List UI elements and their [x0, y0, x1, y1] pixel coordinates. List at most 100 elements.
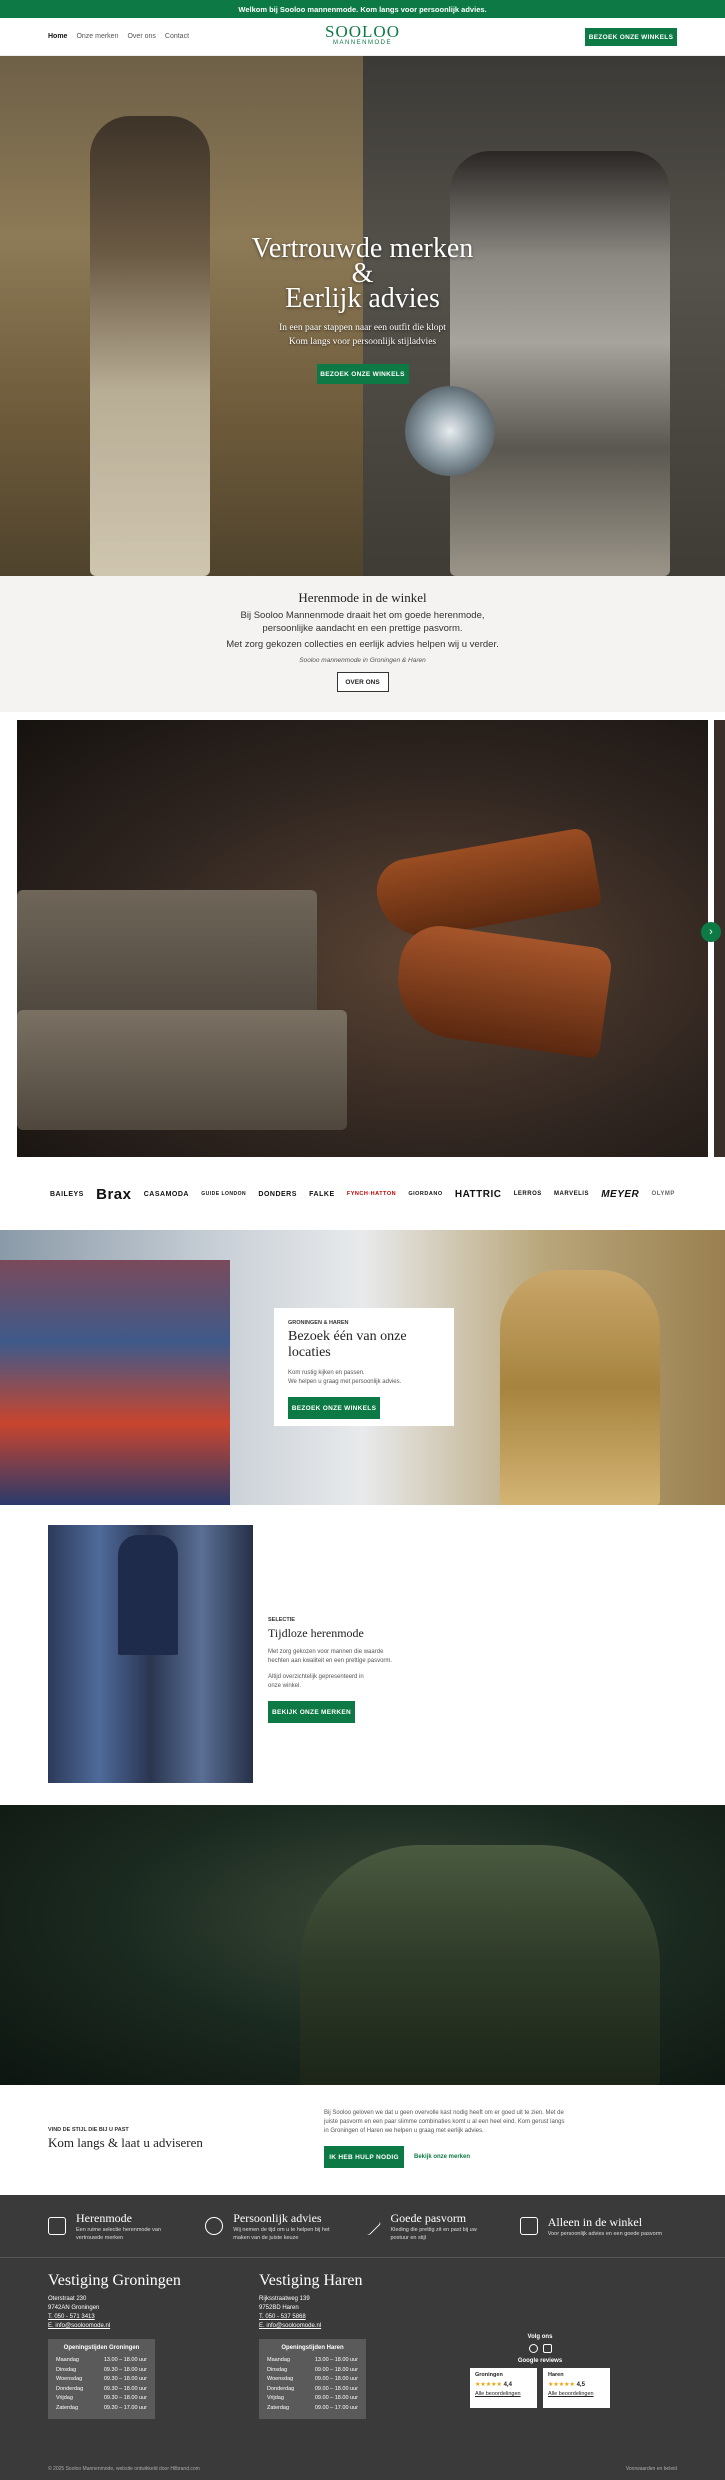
intro-heading: Herenmode in de winkel [298, 590, 427, 605]
hours-day: Donderdag [267, 2385, 295, 2392]
instagram-icon[interactable] [542, 2344, 552, 2353]
google-reviews-label: Google reviews [517, 2358, 563, 2364]
advice-kicker: VIND DE STIJL DIE BIJ U PAST [48, 2127, 129, 2133]
feature-text-2: Altijd overzichtelijk gepresenteerd in on… [268, 1673, 418, 1691]
visit-stores-button-2[interactable]: BEZOEK ONZE WINKELS [288, 1397, 380, 1419]
follow-us-label: Volg ons [527, 2334, 553, 2340]
footer: Vestiging Groningen Oterstraat 230 9742A… [0, 2257, 725, 2480]
usp-desc-line1: Wij nemen de tijd om u te helpen bij het [233, 2226, 330, 2233]
advice-text: Bij Sooloo geloven we dat u geen overvol… [324, 2109, 589, 2136]
view-brands-link[interactable]: Bekijk onze merken [414, 2154, 470, 2160]
need-help-button[interactable]: IK HEB HULP NODIG [324, 2146, 404, 2168]
nav-home[interactable]: Home [48, 33, 67, 40]
usp-desc-line1: Kleding die prettig zit en past bij uw [390, 2226, 477, 2233]
all-reviews-link[interactable]: Alle beoordelingen [475, 2391, 532, 2397]
email-link[interactable]: E. info@sooloomode.nl [48, 2322, 248, 2331]
feature-kicker: SELECTIE [268, 1617, 295, 1623]
social-icons [470, 2344, 610, 2353]
legal-link[interactable]: Voorwaarden en beleid [626, 2466, 677, 2472]
feature-line2: hechten aan kwaliteit en een prettige pa… [268, 1658, 393, 1664]
suit-on-mannequin [118, 1535, 178, 1655]
email-link[interactable]: E. info@sooloomode.nl [259, 2322, 459, 2331]
hours-day: Maandag [267, 2357, 290, 2363]
copyright: © 2025 Sooloo Mannenmode, website ontwik… [48, 2466, 200, 2472]
review-location: Groningen [475, 2372, 503, 2378]
hours-time: 13.00 – 18.00 uur [314, 2357, 358, 2363]
brand-logo: GUIDE LONDON [201, 1191, 247, 1197]
hours-row: Woensdag 09.00 – 18.00 uur [267, 2375, 358, 2385]
nav-about[interactable]: Over ons [127, 33, 155, 40]
hero-title: Vertrouwde merken & Eerlijk advies [0, 235, 725, 313]
folded-trousers [17, 1010, 347, 1130]
folded-knitwear [17, 890, 317, 1030]
model-green-jacket [300, 1845, 660, 2085]
feature-line3: Altijd overzichtelijk gepresenteerd in [268, 1674, 364, 1680]
visit-stores-button[interactable]: BEZOEK ONZE WINKELS [585, 28, 677, 46]
visit-locations-section: GRONINGEN & HAREN Bezoek één van onze lo… [0, 1230, 725, 1505]
facebook-icon[interactable] [528, 2344, 538, 2353]
advice-text-block: Bij Sooloo geloven we dat u geen overvol… [324, 2109, 589, 2168]
logo[interactable]: SOOLOO MANNENMODE [325, 23, 400, 46]
brand-strip: BAILEYS Brax CASAMODA GUIDE LONDON DONDE… [0, 1158, 725, 1230]
usp-desc: Een ruime selectie herenmode van vertrouw… [76, 2226, 161, 2242]
brand-logo: HATTRIC [454, 1188, 502, 1200]
location-title: Vestiging Haren [259, 2272, 363, 2289]
logo-tagline: MANNENMODE [332, 40, 393, 46]
intro-line2: persoonlijke aandacht en een prettige pa… [262, 623, 463, 634]
usp-desc-line1: Een ruime selectie herenmode van [76, 2226, 161, 2233]
hours-time: 09.00 – 18.00 uur [314, 2385, 358, 2392]
hero-sub-line1: In een paar stappen naar een outfit die … [279, 323, 446, 333]
usp-item: Herenmode Een ruime selectie herenmode va… [48, 2211, 205, 2242]
hero-visit-button[interactable]: BEZOEK ONZE WINKELS [316, 364, 409, 384]
feature-heading: Tijdloze herenmode [268, 1626, 364, 1640]
about-us-button[interactable]: OVER ONS [336, 672, 389, 692]
star-rating-icon: ★★★★★ [475, 2382, 502, 2388]
nav-contact[interactable]: Contact [165, 33, 189, 40]
hours-time: 09.30 – 18.00 uur [103, 2395, 147, 2401]
intro-signature: Sooloo mannenmode in Groningen & Haren [299, 657, 426, 664]
brand-logo: Brax [96, 1185, 132, 1203]
hours-title: Openingstijden Groningen [63, 2345, 140, 2351]
hours-row: Donderdag 09.30 – 18.00 uur [56, 2385, 147, 2395]
banner-image [0, 1805, 725, 2085]
brand-logo: LERROS [513, 1191, 542, 1197]
phone-link[interactable]: T. 050 - 571 3413 [48, 2313, 248, 2322]
usp-title: Alleen in de winkel [547, 2214, 643, 2229]
hours-time: 09.00 – 18.00 uur [314, 2395, 358, 2401]
usp-title: Goede pasvorm [390, 2210, 467, 2225]
hours-time: 09.00 – 18.00 uur [314, 2376, 358, 2382]
announcement-text: Welkom bij Sooloo mannenmode. Kom langs … [238, 4, 487, 14]
view-brands-button[interactable]: BEKIJK ONZE MERKEN [268, 1701, 355, 1723]
usp-item: Persoonlijk advies Wij nemen de tijd om u… [205, 2211, 362, 2242]
brand-logo: MEYER [601, 1188, 640, 1200]
brown-brogue-top [371, 826, 603, 944]
phone-link[interactable]: T. 050 - 537 5868 [259, 2313, 459, 2322]
all-reviews-link[interactable]: Alle beoordelingen [548, 2391, 605, 2397]
location-title: Vestiging Groningen [48, 2272, 181, 2289]
shirt-icon [48, 2217, 66, 2235]
location-groningen: Vestiging Groningen Oterstraat 230 9742A… [48, 2272, 248, 2419]
hero-sub-line2: Kom langs voor persoonlijk stijladvies [288, 337, 437, 347]
announcement-bar: Welkom bij Sooloo mannenmode. Kom langs … [0, 0, 725, 18]
feature-line1: Met zorg gekozen voor mannen die waarde [268, 1649, 384, 1655]
advice-line2: juiste pasvorm en een paar slimme combin… [324, 2119, 565, 2125]
hours-row: Maandag 13.00 – 18.00 uur [56, 2356, 147, 2366]
slider-next-button[interactable]: › [701, 922, 721, 942]
nav-brands[interactable]: Onze merken [76, 33, 118, 40]
hours-day: Zaterdag [267, 2404, 290, 2411]
advice-line1: Bij Sooloo geloven we dat u geen overvol… [324, 2110, 564, 2116]
slide-shoes [17, 720, 708, 1157]
brand-logo: FALKE [309, 1190, 335, 1198]
advice-line3: in Groningen of Haren we helpen u graag … [324, 2128, 484, 2134]
hours-time: 09.00 – 18.00 uur [314, 2366, 358, 2373]
hours-day: Dinsdag [267, 2366, 288, 2373]
visit-heading: Bezoek één van onze locaties [288, 1329, 407, 1360]
main-nav: Home Onze merken Over ons Contact [48, 33, 189, 40]
hours-row: Vrijdag 09.30 – 18.00 uur [56, 2394, 147, 2404]
location-address: Oterstraat 230 9742AN Groningen T. 050 -… [48, 2295, 248, 2331]
brand-logo: MARVELIS [554, 1191, 589, 1197]
hours-row: Dinsdag 09.00 – 18.00 uur [267, 2366, 358, 2376]
hours-row: Dinsdag 09.30 – 18.00 uur [56, 2366, 147, 2376]
hours-row: Woensdag 09.30 – 18.00 uur [56, 2375, 147, 2385]
hours-day: Maandag [56, 2357, 79, 2363]
